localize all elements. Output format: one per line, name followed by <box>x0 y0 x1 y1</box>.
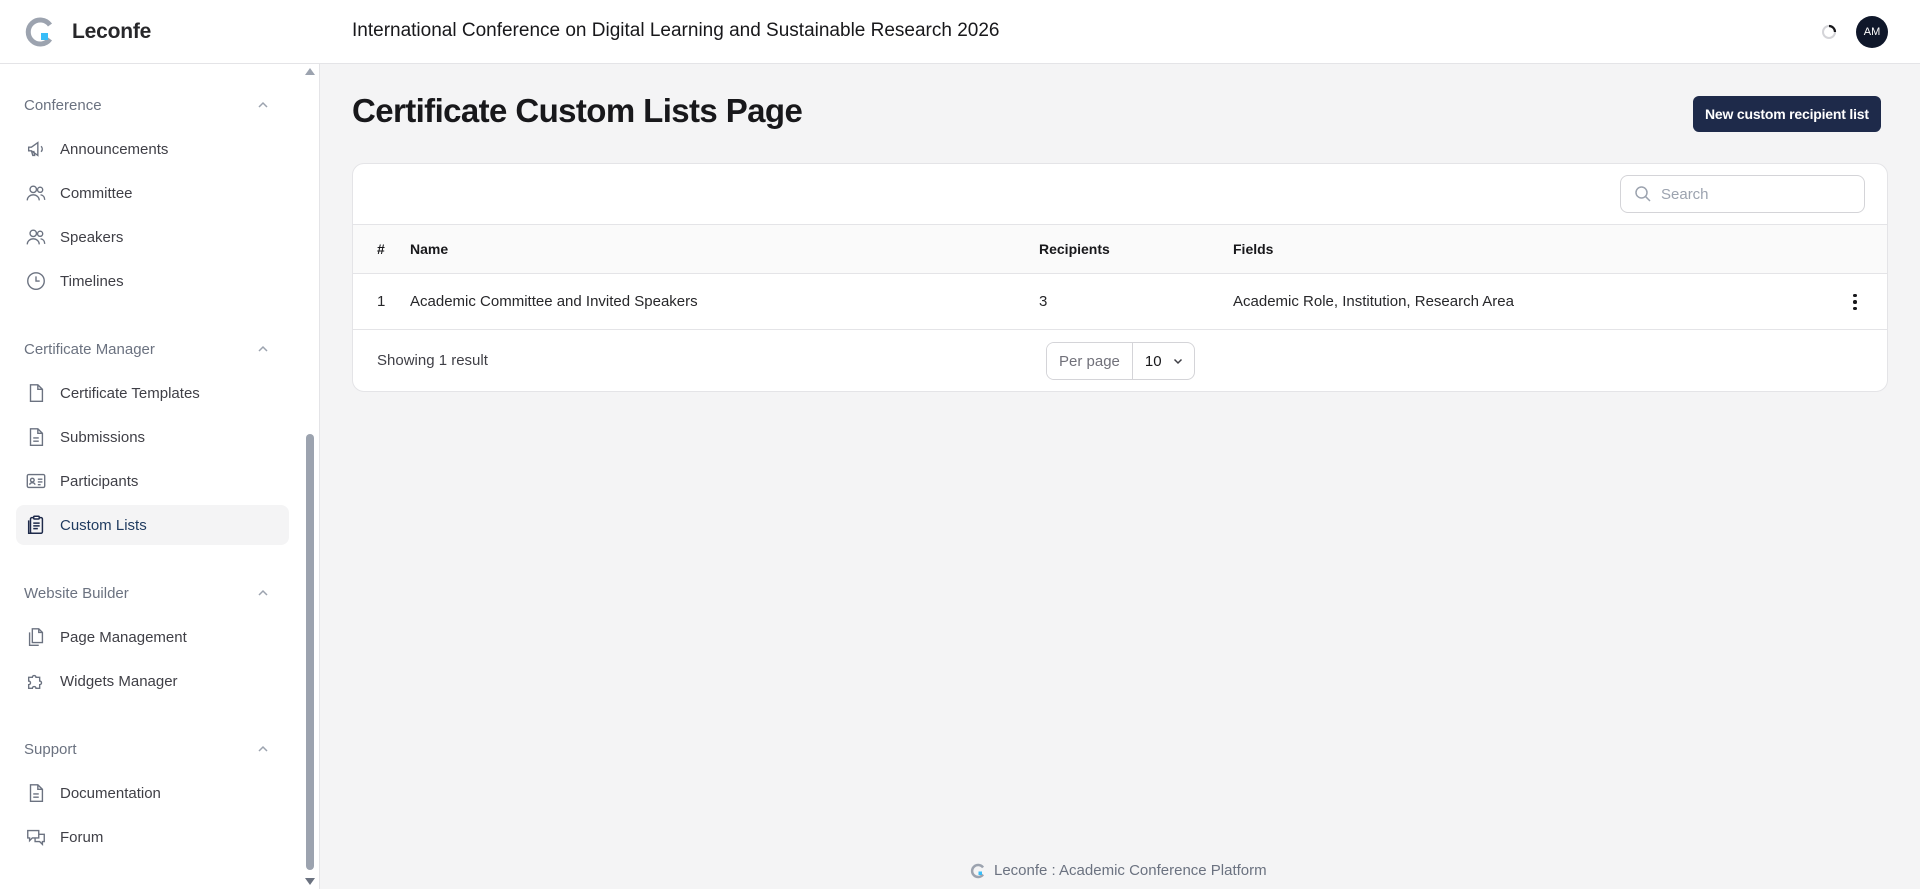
custom-lists-table-card: # Name Recipients Fields 1 Academic Comm… <box>352 163 1888 392</box>
leconfe-logo-icon <box>970 863 985 878</box>
sidebar-item-label: Page Management <box>60 628 187 646</box>
document-text-icon <box>24 425 48 449</box>
puzzle-icon <box>24 669 48 693</box>
clock-icon <box>24 269 48 293</box>
conference-title: International Conference on Digital Lear… <box>352 20 1000 41</box>
sidebar-group-website-builder[interactable]: Website Builder <box>24 581 280 605</box>
sidebar-item-announcements[interactable]: Announcements <box>16 129 289 169</box>
row-name: Academic Committee and Invited Speakers <box>410 293 698 310</box>
sidebar-item-widgets-manager[interactable]: Widgets Manager <box>16 661 289 701</box>
sidebar-scrollbar[interactable] <box>302 64 316 889</box>
new-custom-recipient-list-button[interactable]: New custom recipient list <box>1693 96 1881 132</box>
chevron-up-icon <box>258 589 268 596</box>
column-header-index[interactable]: # <box>377 225 385 273</box>
sidebar-group-conference[interactable]: Conference <box>24 93 280 117</box>
results-count: Showing 1 result <box>377 352 488 369</box>
table-footer: Showing 1 result Per page 10 <box>353 330 1887 391</box>
top-bar: Leconfe International Conference on Digi… <box>0 0 1920 64</box>
sidebar-item-label: Custom Lists <box>60 516 147 534</box>
row-actions-menu-icon[interactable] <box>1847 292 1863 312</box>
sidebar: Conference Announcements Committee Speak… <box>0 64 320 889</box>
sidebar-item-page-management[interactable]: Page Management <box>16 617 289 657</box>
scroll-down-arrow-icon[interactable] <box>305 878 315 885</box>
chevron-up-icon <box>258 101 268 108</box>
users-icon <box>24 225 48 249</box>
search-icon <box>1635 186 1651 202</box>
sidebar-group-label: Website Builder <box>24 584 129 602</box>
search-box[interactable] <box>1620 175 1865 213</box>
sidebar-item-label: Documentation <box>60 784 161 802</box>
page-title: Certificate Custom Lists Page <box>352 92 803 129</box>
row-index: 1 <box>377 293 386 310</box>
sidebar-group-certificate-manager[interactable]: Certificate Manager <box>24 337 280 361</box>
chevron-up-icon <box>258 745 268 752</box>
brand[interactable]: Leconfe <box>24 16 151 48</box>
sidebar-group-label: Conference <box>24 96 102 114</box>
sidebar-item-committee[interactable]: Committee <box>16 173 289 213</box>
scroll-up-arrow-icon[interactable] <box>305 68 315 75</box>
sidebar-item-certificate-templates[interactable]: Certificate Templates <box>16 373 289 413</box>
per-page-select[interactable]: 10 <box>1133 343 1194 379</box>
table-toolbar <box>353 164 1887 225</box>
sidebar-item-custom-lists[interactable]: Custom Lists <box>16 505 289 545</box>
sidebar-item-label: Announcements <box>60 140 169 158</box>
clipboard-list-icon <box>24 513 48 537</box>
sidebar-item-label: Submissions <box>60 428 146 446</box>
users-icon <box>24 181 48 205</box>
chevron-down-icon <box>1173 358 1182 365</box>
user-avatar[interactable]: AM <box>1856 16 1888 48</box>
sidebar-item-label: Speakers <box>60 228 124 246</box>
per-page-label: Per page <box>1047 343 1133 379</box>
sidebar-item-timelines[interactable]: Timelines <box>16 261 289 301</box>
sidebar-item-participants[interactable]: Participants <box>16 461 289 501</box>
document-text-icon <box>24 781 48 805</box>
sidebar-item-label: Forum <box>60 828 104 846</box>
megaphone-icon <box>24 137 48 161</box>
sidebar-item-submissions[interactable]: Submissions <box>16 417 289 457</box>
column-header-name[interactable]: Name <box>410 225 448 273</box>
row-recipients: 3 <box>1039 293 1048 310</box>
sidebar-group-support[interactable]: Support <box>24 737 280 761</box>
footer-text: Leconfe : Academic Conference Platform <box>994 862 1267 879</box>
brand-name: Leconfe <box>72 20 152 43</box>
document-icon <box>24 381 48 405</box>
sidebar-item-speakers[interactable]: Speakers <box>16 217 289 257</box>
search-input[interactable] <box>1661 185 1851 203</box>
sidebar-group-label: Certificate Manager <box>24 340 155 358</box>
chevron-up-icon <box>258 345 268 352</box>
per-page-value: 10 <box>1144 352 1162 370</box>
sidebar-item-label: Participants <box>60 472 139 490</box>
sidebar-item-forum[interactable]: Forum <box>16 817 289 857</box>
chat-icon <box>24 825 48 849</box>
page-footer: Leconfe : Academic Conference Platform <box>970 862 1267 879</box>
loading-spinner-icon <box>1822 24 1837 39</box>
documents-icon <box>24 625 48 649</box>
sidebar-group-label: Support <box>24 740 77 758</box>
sidebar-item-documentation[interactable]: Documentation <box>16 773 289 813</box>
row-fields: Academic Role, Institution, Research Are… <box>1233 293 1514 310</box>
leconfe-logo-icon <box>25 17 53 47</box>
scrollbar-thumb[interactable] <box>306 434 314 870</box>
column-header-recipients[interactable]: Recipients <box>1039 225 1110 273</box>
table-row[interactable]: 1 Academic Committee and Invited Speaker… <box>353 274 1887 330</box>
sidebar-item-label: Certificate Templates <box>60 384 200 402</box>
column-header-fields[interactable]: Fields <box>1233 225 1273 273</box>
sidebar-item-label: Committee <box>60 184 133 202</box>
id-card-icon <box>24 469 48 493</box>
table-header: # Name Recipients Fields <box>353 225 1887 274</box>
sidebar-item-label: Widgets Manager <box>60 672 178 690</box>
per-page-control: Per page 10 <box>1046 342 1195 380</box>
sidebar-item-label: Timelines <box>60 272 124 290</box>
